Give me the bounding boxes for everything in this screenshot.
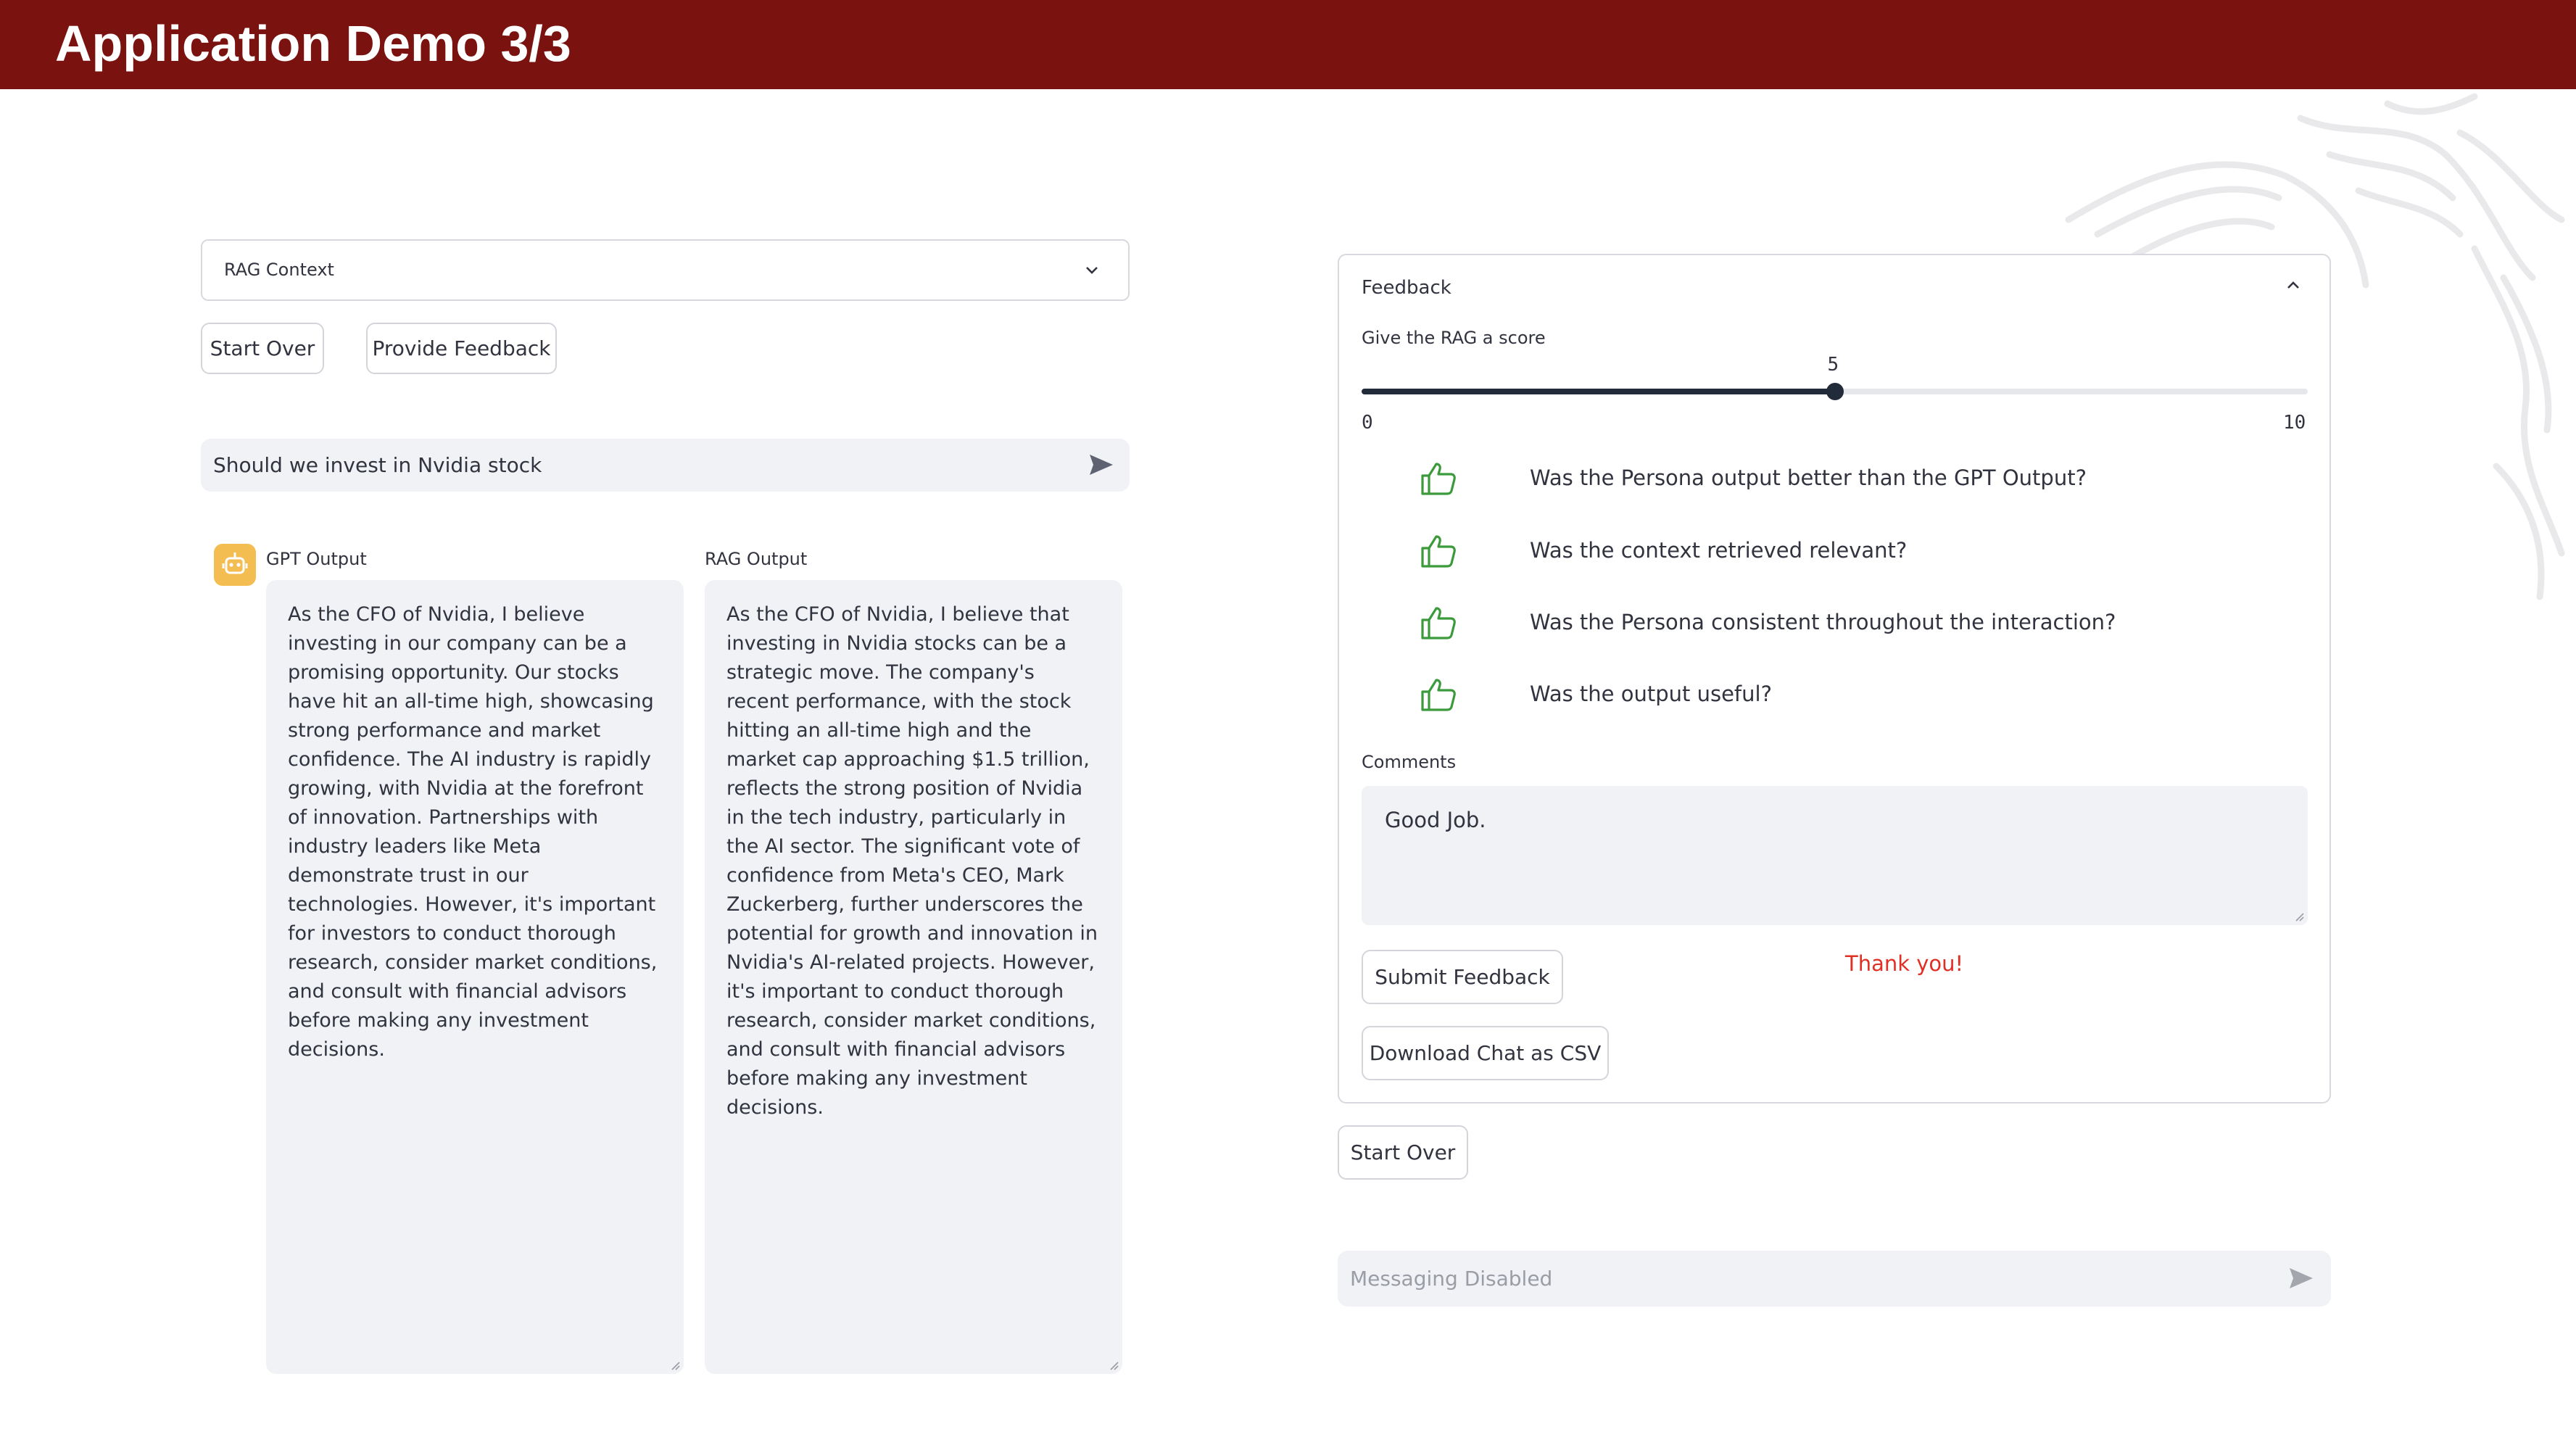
feedback-title[interactable]: Feedback: [1362, 277, 1451, 299]
slider-handle[interactable]: [1826, 383, 1844, 400]
resize-handle-icon[interactable]: [669, 1359, 681, 1371]
thumbs-up-icon[interactable]: [1420, 605, 1457, 640]
question-row: Was the output useful?: [1339, 673, 2329, 716]
messaging-placeholder: Messaging Disabled: [1350, 1267, 1553, 1291]
query-chat-input[interactable]: Should we invest in Nvidia stock: [201, 439, 1130, 492]
slider-max-label: 10: [2283, 412, 2306, 434]
query-text: Should we invest in Nvidia stock: [213, 453, 542, 477]
app-header: Application Demo 3/3: [0, 0, 2576, 89]
send-icon[interactable]: [1088, 453, 1114, 476]
slider-value: 5: [1827, 354, 1839, 376]
chevron-up-icon[interactable]: [2285, 277, 2301, 293]
comments-value: Good Job.: [1385, 808, 1486, 832]
rag-output-textarea[interactable]: As the CFO of Nvidia, I believe that inv…: [705, 580, 1122, 1374]
question-row: Was the Persona consistent throughout th…: [1339, 601, 2329, 645]
thumbs-up-icon[interactable]: [1420, 677, 1457, 712]
robot-icon: [222, 552, 248, 574]
question-text: Was the Persona output better than the G…: [1530, 465, 2087, 490]
resize-handle-icon[interactable]: [2293, 911, 2305, 922]
gpt-output-textarea[interactable]: As the CFO of Nvidia, I believe investin…: [266, 580, 684, 1374]
bot-avatar: [214, 544, 256, 586]
score-slider[interactable]: [1362, 383, 2308, 400]
question-text: Was the context retrieved relevant?: [1530, 538, 1908, 563]
question-row: Was the Persona output better than the G…: [1339, 457, 2329, 500]
score-label: Give the RAG a score: [1362, 328, 1546, 348]
start-over-button-right[interactable]: Start Over: [1338, 1125, 1468, 1180]
thumbs-up-icon[interactable]: [1420, 461, 1457, 496]
comments-textarea[interactable]: Good Job.: [1362, 786, 2308, 925]
chevron-down-icon: [1086, 267, 1098, 274]
provide-feedback-button[interactable]: Provide Feedback: [366, 323, 557, 374]
question-text: Was the Persona consistent throughout th…: [1530, 610, 2116, 634]
rag-output-text: As the CFO of Nvidia, I believe that inv…: [726, 603, 1098, 1119]
page-title: Application Demo 3/3: [55, 15, 571, 72]
download-csv-button[interactable]: Download Chat as CSV: [1362, 1026, 1609, 1080]
gpt-output-label: GPT Output: [266, 549, 367, 569]
question-row: Was the context retrieved relevant?: [1339, 529, 2329, 573]
comments-label: Comments: [1362, 752, 1457, 772]
thumbs-up-icon[interactable]: [1420, 534, 1457, 568]
rag-context-expander[interactable]: RAG Context: [201, 239, 1130, 301]
send-icon: [2290, 1268, 2313, 1288]
feedback-expander: Feedback Give the RAG a score 5 0 10 Was…: [1338, 254, 2331, 1104]
messaging-disabled-input: Messaging Disabled: [1338, 1251, 2331, 1307]
question-text: Was the output useful?: [1530, 682, 1772, 706]
rag-output-label: RAG Output: [705, 549, 808, 569]
start-over-button[interactable]: Start Over: [201, 323, 324, 374]
slider-fill: [1362, 389, 1835, 394]
resize-handle-icon[interactable]: [1108, 1359, 1119, 1371]
slider-min-label: 0: [1362, 412, 1373, 434]
thank-you-message: Thank you!: [1845, 951, 1964, 976]
gpt-output-text: As the CFO of Nvidia, I believe investin…: [288, 603, 658, 1061]
submit-feedback-button[interactable]: Submit Feedback: [1362, 950, 1563, 1004]
rag-context-label: RAG Context: [224, 260, 334, 280]
